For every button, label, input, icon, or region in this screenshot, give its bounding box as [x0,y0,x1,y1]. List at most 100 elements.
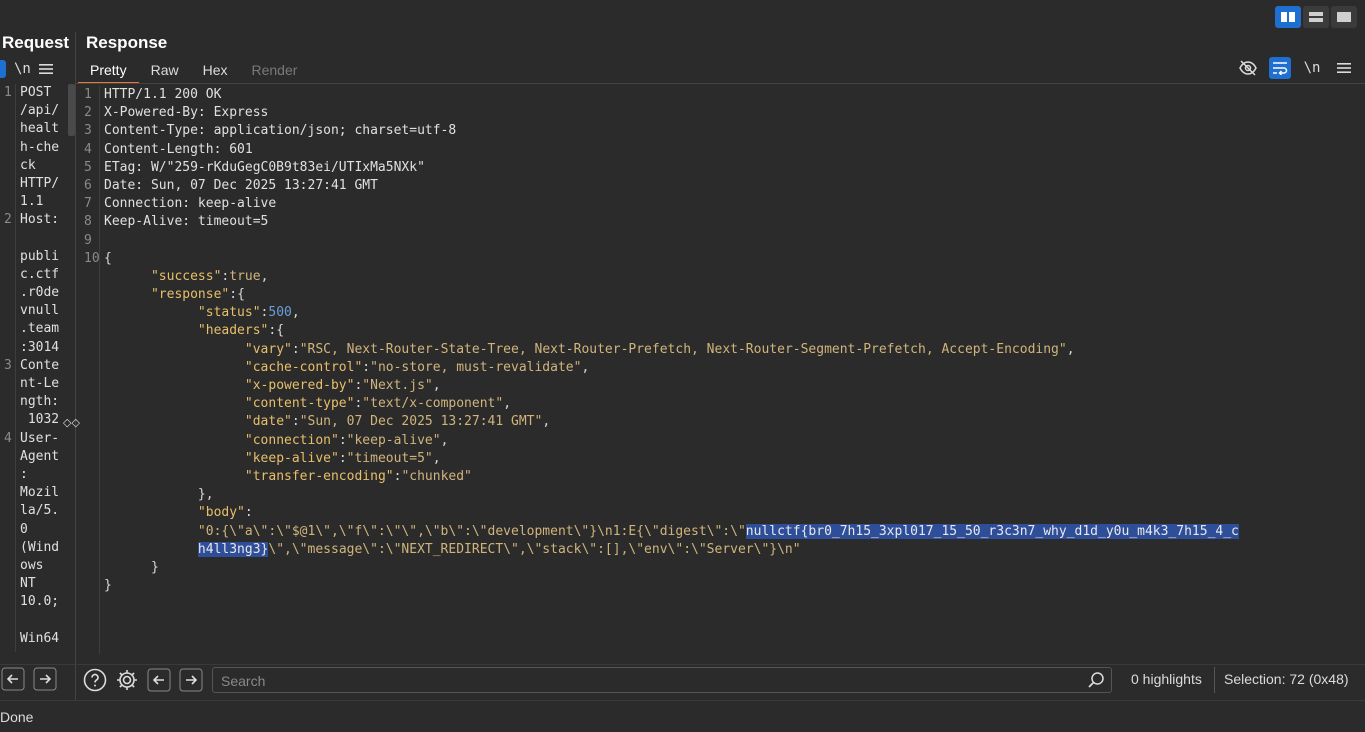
request-line: User- [20,430,60,446]
request-wrap-toggle[interactable] [0,60,6,78]
eye-off-icon [1239,60,1257,76]
split-vertical-layout-button[interactable] [1303,6,1329,28]
line-number: 10 [84,250,100,266]
request-newline-toggle[interactable]: \n [14,61,31,77]
line-number: 7 [84,196,92,212]
request-line: publi [20,248,60,264]
request-line: ngth: [20,394,60,410]
response-gutter: 1 2 3 4 5 6 7 8 9 10 [76,86,100,654]
request-line [20,611,68,629]
response-tabs: Pretty Raw Hex Render [78,58,309,84]
hide-nonprintable-button[interactable] [1237,57,1259,79]
help-icon [83,668,107,692]
request-title: Request [2,33,70,52]
line-number: 8 [84,214,92,230]
response-title: Response [86,33,168,52]
request-menu-icon[interactable] [38,63,53,75]
arrow-right-icon [179,668,203,692]
request-line: HTTP/ [20,175,60,191]
settings-button[interactable] [114,667,140,693]
line-number: 3 [4,358,12,373]
response-lines: HTTP/1.1 200 OK X-Powered-By: Express Co… [104,86,1359,595]
code-line: "date":"Sun, 07 Dec 2025 13:27:41 GMT", [244,414,551,430]
code-line: "transfer-encoding":"chunked" [244,468,472,484]
code-line: ETag: W/"259-rKduGegC0B9t83ei/UTIxMa5NXk… [104,159,425,175]
search-bar: 0 highlights Selection: 72 (0x48) [0,664,1365,698]
request-line: h-che [20,139,60,155]
selection-info: Selection: 72 (0x48) [1224,671,1349,687]
code-line: "body": [197,505,253,521]
line-number: 1 [4,85,12,100]
code-line: "connection":"keep-alive", [244,432,449,448]
request-line: :3014 [20,339,60,355]
request-line: nt-Le [20,376,60,391]
code-line: HTTP/1.1 200 OK [104,87,222,102]
code-line: "headers":{ [197,323,285,339]
request-line: .r0de [20,285,60,301]
line-number: 9 [84,232,92,248]
help-button[interactable] [82,667,108,693]
search-prev-button[interactable] [146,667,172,693]
search-next-button[interactable] [178,667,204,693]
line-number: 1 [84,87,92,102]
rows-icon [1309,12,1323,22]
line-number: 4 [4,430,12,446]
request-line: la/5. [20,503,60,519]
line-number: 2 [84,105,92,121]
word-wrap-button[interactable] [1269,57,1291,79]
highlights-count: 0 highlights [1131,671,1202,687]
request-lines: POST/api/healt h-che ck HTTP/1.1 Host: publi c… [20,84,68,648]
single-panel-icon [1337,12,1351,22]
request-line: vnull [20,303,60,319]
code-line: Keep-Alive: timeout=5 [104,214,269,230]
code-line: "cache-control":"no-store, must-revalida… [244,359,590,375]
request-line: /api/ [20,103,60,119]
request-line: 0 [20,521,28,537]
request-panel: Request \n 1 2 3 4 POST/api/healt h-che ck… [0,32,76,700]
request-line: Win64 [20,630,60,646]
response-editor[interactable]: 1 2 3 4 5 6 7 8 9 10 HTTP/1.1 200 OK X-Powered-By… [76,84,1365,654]
request-line: ows [20,557,44,573]
request-line: Agent [20,448,60,464]
newline-label: \n [1303,60,1321,76]
search-bar-icons [82,665,204,695]
code-line: { [104,250,112,266]
request-line: POST [20,85,52,100]
split-horizontal-layout-button[interactable] [1275,6,1301,28]
code-line: }, [197,487,214,503]
request-line: Conte [20,357,60,373]
selected-flag-text[interactable]: h4ll3ng3} [197,541,269,557]
search-input[interactable] [221,671,1081,691]
code-line: "content-type":"text/x-component", [244,396,512,412]
code-line: "status":500, [197,305,300,321]
newline-toggle-button[interactable]: \n [1301,57,1323,79]
tab-pretty[interactable]: Pretty [78,58,139,84]
request-line: Mozil [20,485,60,501]
request-line: (Wind [20,539,60,555]
request-line: : [20,466,28,482]
response-toolbar: \n [1237,56,1355,80]
search-icon[interactable] [1087,671,1105,689]
status-bar: Done [0,700,1365,732]
line-number: 4 [84,141,92,157]
selected-flag-text[interactable]: nullctf{br0_7h15_3xpl017_15_50_r3c3n7_wh… [745,523,1239,539]
code-line: X-Powered-By: Express [104,105,269,121]
code-line: Content-Length: 601 [104,141,253,157]
code-line: "x-powered-by":"Next.js", [244,378,441,393]
request-line: Host: [20,212,60,228]
request-line: healt [20,121,60,137]
status-text: Done [0,709,34,725]
tab-raw[interactable]: Raw [139,58,191,84]
tab-hex[interactable]: Hex [191,58,240,84]
single-layout-button[interactable] [1331,6,1357,28]
request-scrollbar-thumb[interactable] [68,84,75,136]
divider [1214,667,1215,693]
arrow-left-icon [147,668,171,692]
request-editor[interactable]: 1 2 3 4 POST/api/healt h-che ck HTTP/1.1 Hos… [0,84,75,652]
gear-icon [117,670,137,690]
request-line: .team [20,321,60,337]
response-menu-button[interactable] [1333,57,1355,79]
tab-render[interactable]: Render [240,58,310,84]
request-gutter: 1 2 3 4 [0,84,16,652]
